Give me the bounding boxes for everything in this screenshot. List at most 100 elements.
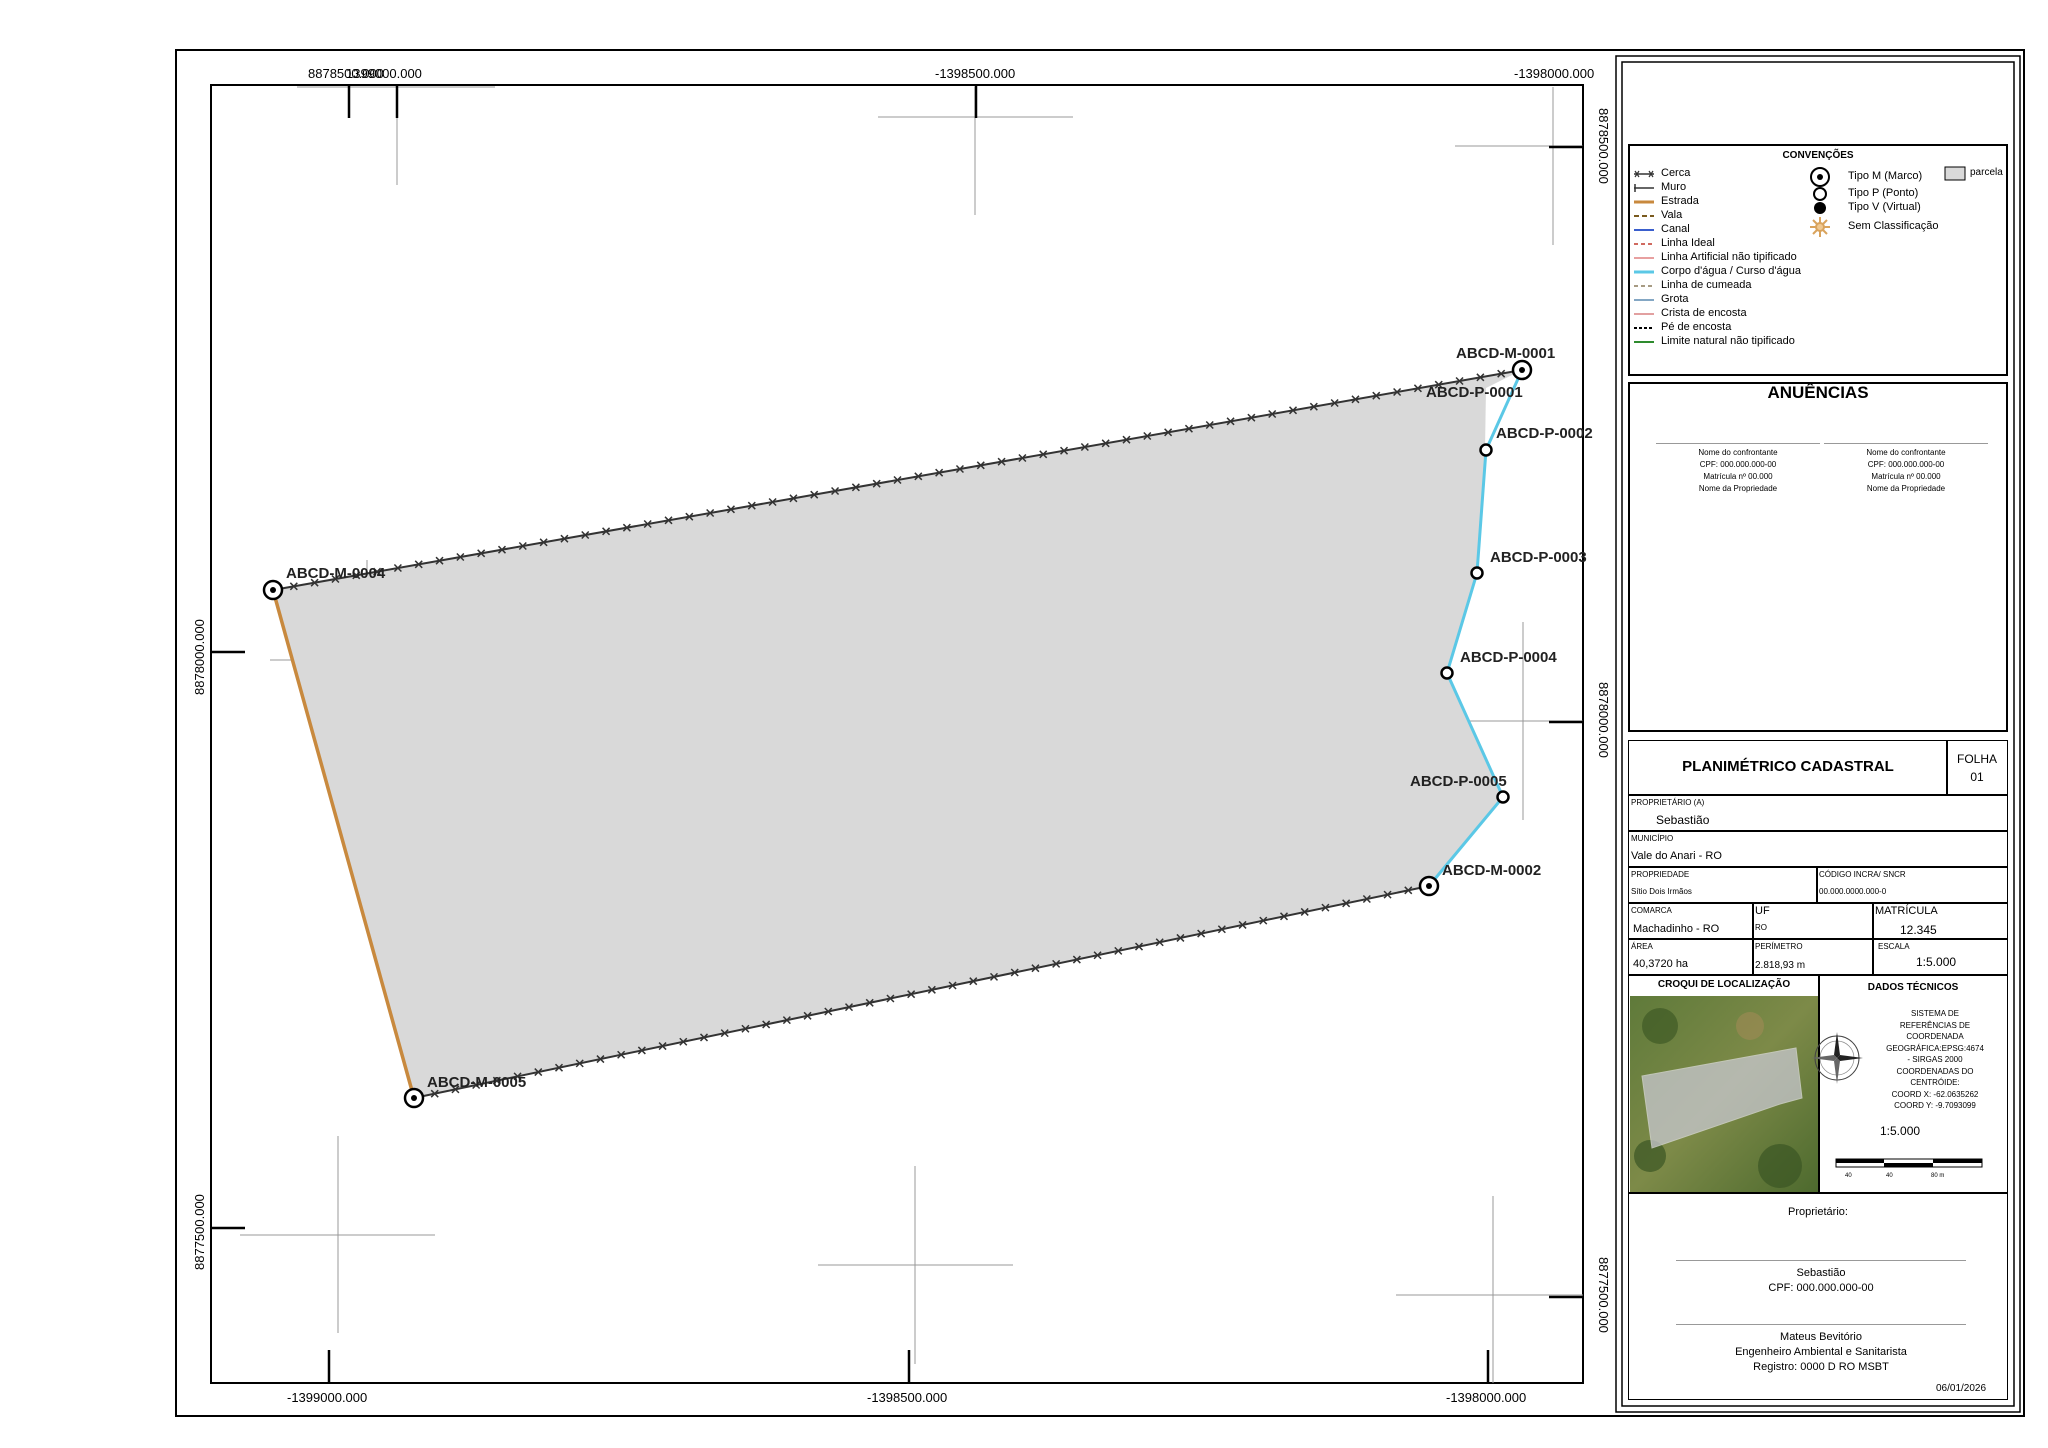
legend-item: Tipo P (Ponto) [1848, 187, 1919, 199]
municipio-label: MUNICÍPIO [1631, 834, 1674, 843]
owner-signature-block: Sebastião CPF: 000.000.000-00 [1676, 1260, 1966, 1296]
dados-tecnicos-text: SISTEMA DE REFERÊNCIAS DE COORDENADA GEO… [1870, 1008, 2000, 1112]
marker-p-0002 [1479, 443, 1493, 457]
municipio-value: Vale do Anari - RO [1631, 850, 1722, 862]
signatory-matricula: Matrícula nº 00.000 [1871, 472, 1941, 481]
scalebar-label: 40 [1845, 1173, 1852, 1179]
north-arrow-icon [1811, 1032, 1863, 1084]
signatory-name: Nome do confrontante [1698, 448, 1778, 457]
uf-label: UF [1755, 905, 1770, 917]
signatory-matricula: Matrícula nº 00.000 [1703, 472, 1773, 481]
vertex-label: ABCD-P-0004 [1460, 649, 1557, 666]
legend-item: Muro [1661, 181, 1687, 193]
dados-line: COORD X: -62.0635262 [1891, 1089, 1979, 1099]
dados-line: COORD Y: -9.7093099 [1894, 1101, 1976, 1110]
grid-label-right: 8877500.000 [1596, 1257, 1611, 1333]
marker-p-0003 [1470, 566, 1484, 580]
scale-bar [1835, 1158, 1983, 1168]
vertex-label: ABCD-M-0005 [427, 1074, 526, 1091]
folha-cell [1946, 740, 2008, 796]
comarca-value: Machadinho - RO [1633, 923, 1720, 935]
signatory-cpf: CPF: 000.000.000-00 [1699, 460, 1777, 469]
vertex-label: ABCD-M-0002 [1442, 862, 1541, 879]
area-value: 40,3720 ha [1633, 958, 1689, 970]
legend-item: Limite natural não tipificado [1661, 335, 1795, 347]
vertex-label: ABCD-P-0001 [1426, 384, 1523, 401]
perimetro-label: PERÍMETRO [1755, 942, 1803, 951]
area-label: ÁREA [1631, 942, 1653, 951]
vertex-label: ABCD-P-0002 [1496, 425, 1593, 442]
proprietario-value: Sebastião [1656, 813, 1710, 827]
legend-item: Linha Artificial não tipificado [1661, 251, 1797, 263]
vertex-label: ABCD-M-0001 [1456, 345, 1555, 362]
folha-label: FOLHA [1956, 752, 1997, 766]
legend-item: parcela [1970, 167, 2003, 178]
owner-cpf: CPF: 000.000.000-00 [1768, 1282, 1874, 1294]
grid-label-left: 8877500.000 [192, 1194, 207, 1270]
vertex-label: ABCD-P-0005 [1410, 773, 1507, 790]
propriedade-value: Sítio Dois Irmãos [1631, 887, 1692, 896]
propriedade-label: PROPRIEDADE [1631, 870, 1690, 879]
croqui-satellite-image [1630, 996, 1818, 1192]
grid-label-bottom: -1398000.000 [1446, 1390, 1526, 1405]
legend-item: Cerca [1661, 167, 1691, 179]
owner-heading: Proprietário: [1788, 1206, 1848, 1218]
folha-value: 01 [1970, 770, 1984, 784]
dados-scale: 1:5.000 [1880, 1124, 1921, 1138]
grid-label-right: 8878000.000 [1596, 682, 1611, 758]
dados-line: - SIRGAS 2000 [1907, 1055, 1963, 1064]
scalebar-label: 80 m [1931, 1173, 1945, 1179]
dados-line: COORDENADAS DO [1896, 1066, 1974, 1076]
dados-line: GEOGRÁFICA:EPSG:4674 [1886, 1043, 1984, 1053]
legend-item: Linha Ideal [1661, 237, 1715, 249]
signatory-property: Nome da Propriedade [1698, 484, 1778, 493]
legend-item: Canal [1661, 223, 1690, 235]
grid-label-right: 8878500.000 [1596, 108, 1611, 184]
anuencias-title: ANUÊNCIAS [1767, 383, 1869, 402]
dados-line: SISTEMA DE [1910, 1009, 1959, 1018]
legend-item: Grota [1661, 293, 1689, 305]
legend-item: Pé de encosta [1661, 321, 1732, 333]
engineer-name: Mateus Bevitório [1780, 1331, 1862, 1343]
grid-label-bottom: -1399000.000 [287, 1390, 367, 1405]
legend-item: Crista de encosta [1661, 307, 1747, 319]
marker-p-0004 [1440, 666, 1454, 680]
marker-p-0005 [1496, 790, 1510, 804]
vertex-label: ABCD-P-0003 [1490, 549, 1587, 566]
document-date: 06/01/2026 [1936, 1383, 1987, 1394]
dados-tecnicos-title: DADOS TÉCNICOS [1867, 982, 1959, 993]
proprietario-label: PROPRIETÁRIO (A) [1631, 798, 1705, 807]
matricula-value: 12.345 [1900, 923, 1937, 937]
signatory-property: Nome da Propriedade [1866, 484, 1946, 493]
signatory-2: Nome do confrontante CPF: 000.000.000-00… [1824, 443, 1988, 495]
legend-item: Tipo M (Marco) [1848, 170, 1923, 182]
escala-value: 1:5.000 [1916, 955, 1957, 969]
incra-label: CÓDIGO INCRA/ SNCR [1819, 870, 1906, 879]
vertex-label: ABCD-M-0004 [286, 565, 386, 582]
legend-item: Vala [1661, 209, 1683, 221]
uf-value: RO [1755, 923, 1767, 932]
uf-cell [1752, 902, 1874, 940]
croqui-title: CROQUI DE LOCALIZAÇÃO [1657, 979, 1791, 990]
signatory-name: Nome do confrontante [1866, 448, 1946, 457]
legend-item: Tipo V (Virtual) [1848, 201, 1921, 213]
grid-label-top: -1398500.000 [935, 66, 1015, 81]
legend-item: Estrada [1661, 195, 1699, 207]
signatory-cpf: CPF: 000.000.000-00 [1867, 460, 1945, 469]
grid-label-top: -1398000.000 [1514, 66, 1594, 81]
signatory-1: Nome do confrontante CPF: 000.000.000-00… [1656, 443, 1820, 495]
grid-label-top: 1399000.000 [346, 66, 422, 81]
perimetro-value: 2.818,93 m [1755, 960, 1806, 971]
engineer-title: Engenheiro Ambiental e Sanitarista [1735, 1346, 1907, 1358]
grid-label-bottom: -1398500.000 [867, 1390, 947, 1405]
legend-item: Corpo d'água / Curso d'água [1661, 265, 1801, 277]
dados-line: REFERÊNCIAS DE [1899, 1020, 1971, 1030]
engineer-registry: Registro: 0000 D RO MSBT [1753, 1361, 1889, 1373]
anuencias-box [1628, 382, 2008, 732]
engineer-signature-block: Mateus Bevitório Engenheiro Ambiental e … [1676, 1324, 1966, 1375]
owner-name: Sebastião [1796, 1267, 1846, 1279]
incra-value: 00.000.0000.000-0 [1819, 887, 1887, 896]
legend-item: Linha de cumeada [1661, 279, 1752, 291]
legend-item: Sem Classificação [1848, 220, 1939, 232]
comarca-label: COMARCA [1631, 906, 1672, 915]
